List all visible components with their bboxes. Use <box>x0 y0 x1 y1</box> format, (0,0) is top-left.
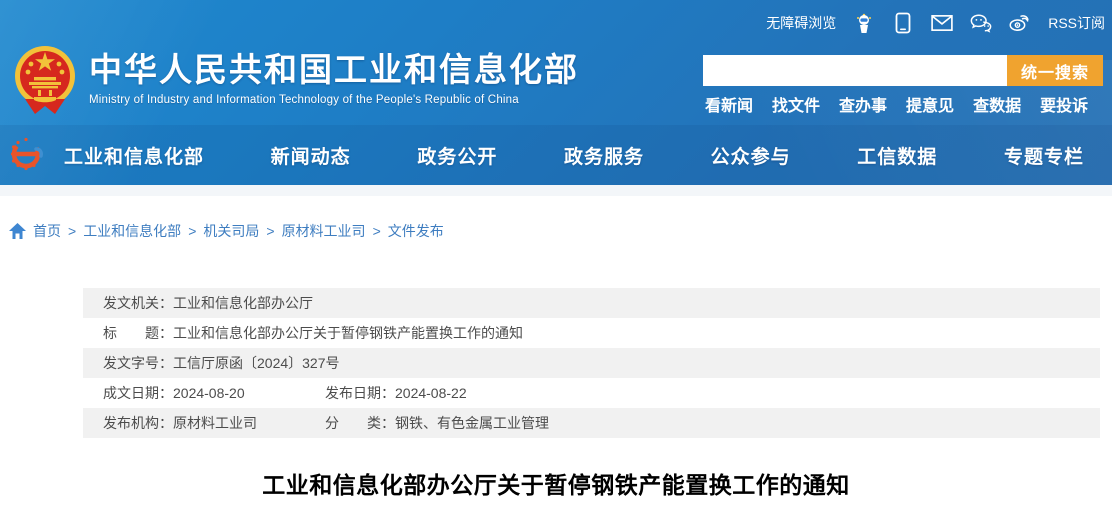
meta-label: 标 题： <box>103 318 173 348</box>
document-title: 工业和信息化部办公厅关于暂停钢铁产能置换工作的通知 <box>0 466 1112 500</box>
rss-subscribe-link[interactable]: RSS订阅 <box>1048 13 1105 33</box>
meta-value: 钢铁、有色金属工业管理 <box>395 408 549 438</box>
meta-label: 发文机关： <box>103 288 173 318</box>
meta-value: 工业和信息化部办公厅关于暂停钢铁产能置换工作的通知 <box>173 318 523 348</box>
nav-item-topics[interactable]: 专题专栏 <box>1004 142 1084 169</box>
meta-row-dates: 成文日期：2024-08-20 发布日期： 2024-08-22 <box>83 378 1100 408</box>
national-emblem-icon <box>14 44 76 114</box>
meta-cell: 成文日期：2024-08-20 <box>103 378 325 408</box>
site-subtitle: Ministry of Industry and Information Tec… <box>89 94 579 106</box>
nav-item-gov-info[interactable]: 政务公开 <box>417 142 497 169</box>
breadcrumb-separator: > <box>188 223 196 239</box>
top-utility-bar: 无障碍浏览 <box>766 12 1105 34</box>
search-input[interactable] <box>703 55 1007 86</box>
breadcrumb-separator: > <box>373 223 381 239</box>
quick-link-complaint[interactable]: 要投诉 <box>1040 92 1088 116</box>
meta-label: 发文字号： <box>103 348 173 378</box>
meta-value: 工信厅原函〔2024〕327号 <box>173 348 340 378</box>
search-bar: 统一搜索 <box>703 55 1103 86</box>
meta-label: 发布日期： <box>325 378 395 408</box>
main-nav: 工业和信息化部 新闻动态 政务公开 政务服务 公众参与 工信数据 专题专栏 <box>0 125 1112 185</box>
mail-icon[interactable] <box>931 12 953 34</box>
meta-value: 2024-08-20 <box>173 385 245 401</box>
meta-row-publisher-category: 发布机构：原材料工业司 分 类： 钢铁、有色金属工业管理 <box>83 408 1100 438</box>
meta-value: 2024-08-22 <box>395 378 467 408</box>
nav-item-data[interactable]: 工信数据 <box>857 142 937 169</box>
breadcrumb-miit[interactable]: 工业和信息化部 <box>83 221 181 241</box>
nav-item-news[interactable]: 新闻动态 <box>271 142 351 169</box>
meta-cell: 发布机构：原材料工业司 <box>103 408 325 438</box>
document-meta-table: 发文机关： 工业和信息化部办公厅 标 题： 工业和信息化部办公厅关于暂停钢铁产能… <box>83 288 1100 438</box>
meta-label: 成文日期： <box>103 385 173 401</box>
site-brand: 中华人民共和国工业和信息化部 Ministry of Industry and … <box>14 44 579 114</box>
nav-item-miit[interactable]: 工业和信息化部 <box>64 142 204 169</box>
breadcrumb-home[interactable]: 首页 <box>33 221 61 241</box>
quick-link-services[interactable]: 查办事 <box>839 92 887 116</box>
breadcrumb-raw-materials-dept[interactable]: 原材料工业司 <box>282 221 366 241</box>
quick-link-data[interactable]: 查数据 <box>973 92 1021 116</box>
miit-logo-icon <box>9 136 45 172</box>
nav-item-gov-services[interactable]: 政务服务 <box>564 142 644 169</box>
nav-items: 工业和信息化部 新闻动态 政务公开 政务服务 公众参与 工信数据 专题专栏 <box>64 142 1084 169</box>
breadcrumb-separator: > <box>68 223 76 239</box>
meta-row-issuing-office: 发文机关： 工业和信息化部办公厅 <box>83 288 1100 318</box>
meta-value: 原材料工业司 <box>173 415 257 431</box>
quick-link-feedback[interactable]: 提意见 <box>906 92 954 116</box>
home-icon[interactable] <box>9 223 26 239</box>
accessibility-link[interactable]: 无障碍浏览 <box>766 13 836 33</box>
mobile-phone-icon[interactable] <box>892 12 914 34</box>
breadcrumb: 首页 > 工业和信息化部 > 机关司局 > 原材料工业司 > 文件发布 <box>0 196 1112 246</box>
breadcrumb-separator: > <box>266 223 274 239</box>
nav-item-participation[interactable]: 公众参与 <box>711 142 791 169</box>
quick-link-news[interactable]: 看新闻 <box>705 92 753 116</box>
site-title: 中华人民共和国工业和信息化部 <box>89 52 579 88</box>
meta-row-doc-number: 发文字号： 工信厅原函〔2024〕327号 <box>83 348 1100 378</box>
meta-value: 工业和信息化部办公厅 <box>173 288 313 318</box>
quick-link-files[interactable]: 找文件 <box>772 92 820 116</box>
search-button[interactable]: 统一搜索 <box>1007 55 1103 86</box>
meta-row-title: 标 题： 工业和信息化部办公厅关于暂停钢铁产能置换工作的通知 <box>83 318 1100 348</box>
header-divider-strip <box>0 185 1112 196</box>
robot-mascot-icon[interactable] <box>853 12 875 34</box>
breadcrumb-departments[interactable]: 机关司局 <box>203 221 259 241</box>
site-header: 无障碍浏览 <box>0 0 1112 185</box>
meta-label: 发布机构： <box>103 415 173 431</box>
quick-links: 看新闻 找文件 查办事 提意见 查数据 要投诉 <box>705 92 1088 116</box>
meta-label: 分 类： <box>325 408 395 438</box>
wechat-icon[interactable] <box>970 12 992 34</box>
weibo-icon[interactable] <box>1009 12 1031 34</box>
breadcrumb-document-release[interactable]: 文件发布 <box>388 221 444 241</box>
